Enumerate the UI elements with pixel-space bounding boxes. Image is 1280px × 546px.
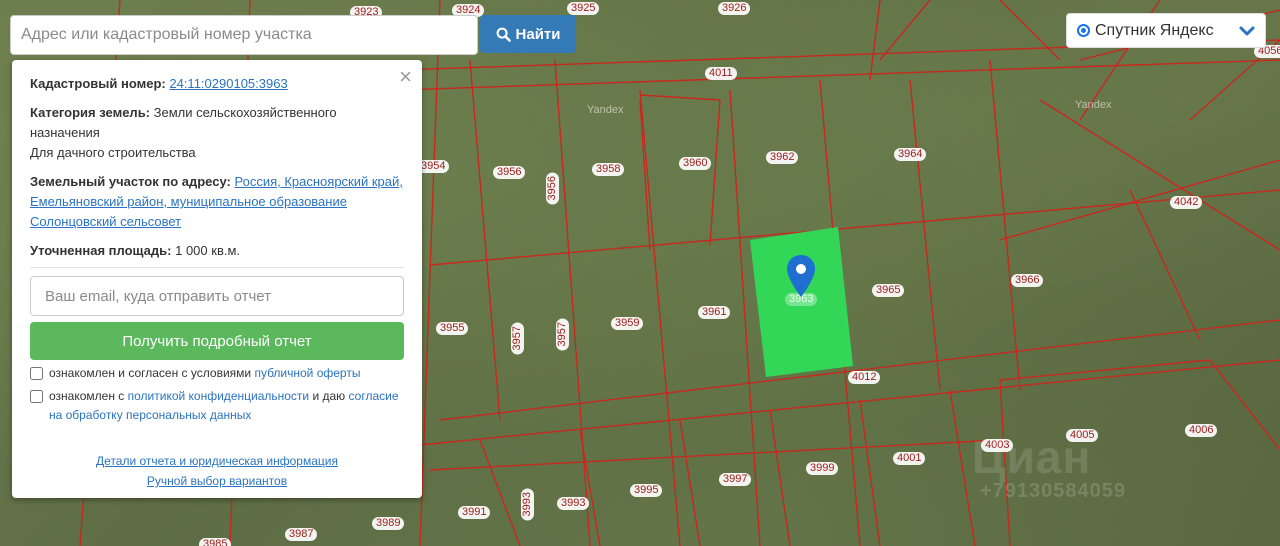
plot-number-label: 4006 (1185, 424, 1218, 437)
map-layer-select[interactable]: Спутник Яндекс (1066, 13, 1266, 48)
plot-number-label: 3966 (1011, 274, 1044, 287)
plot-number-label: 4012 (848, 371, 881, 384)
get-report-button[interactable]: Получить подробный отчет (30, 322, 404, 360)
search-input[interactable] (10, 15, 478, 55)
land-category-row: Категория земель: Земли сельскохозяйстве… (30, 103, 404, 163)
watermark: Циан (972, 431, 1092, 483)
plot-number-label: 3985 (199, 538, 232, 546)
plot-number-label: 3959 (611, 317, 644, 330)
layer-radio[interactable] (1077, 24, 1090, 37)
plot-number-label: 4001 (893, 452, 926, 465)
plot-number-label: 4042 (1170, 196, 1203, 209)
plot-number-label: 3987 (285, 528, 318, 541)
offer-consent-text: ознакомлен и согласен с условиями публич… (49, 364, 360, 383)
area-label: Уточненная площадь: (30, 243, 172, 258)
plot-number-label: 3964 (894, 148, 927, 161)
plot-number-label: 3925 (567, 2, 600, 15)
privacy-consent-row[interactable]: ознакомлен с политикой конфиденциальност… (30, 387, 404, 425)
map-pin-icon[interactable] (786, 254, 816, 298)
plot-number-label: 3957 (511, 322, 524, 355)
search-icon (496, 27, 511, 42)
cadastral-number-row: Кадастровый номер: 24:11:0290105:3963 (30, 74, 404, 94)
plot-number-label: 3926 (718, 2, 751, 15)
cadastral-number-link[interactable]: 24:11:0290105:3963 (169, 76, 287, 91)
plot-number-label: 3991 (458, 506, 491, 519)
plot-number-label: 3993 (557, 497, 590, 510)
watermark-phone: +79130584059 (980, 480, 1127, 502)
plot-number-label: 3989 (372, 517, 405, 530)
layer-select-value: Спутник Яндекс (1095, 21, 1214, 39)
public-offer-link[interactable]: публичной оферты (254, 366, 360, 380)
yandex-mark: Yandex (587, 104, 624, 116)
address-row: Земельный участок по адресу: Россия, Кра… (30, 172, 404, 232)
panel-footer-links: Детали отчета и юридическая информация Р… (12, 451, 422, 491)
offer-consent-checkbox[interactable] (30, 367, 43, 380)
plot-number-label: 3997 (719, 473, 752, 486)
address-label: Земельный участок по адресу: (30, 174, 231, 189)
report-details-link[interactable]: Детали отчета и юридическая информация (96, 454, 338, 468)
plot-number-label: 3962 (766, 151, 799, 164)
plot-number-label: 3955 (436, 322, 469, 335)
plot-number-label: 4011 (705, 67, 737, 80)
search-button-label: Найти (515, 25, 561, 43)
email-field[interactable] (30, 276, 404, 316)
privacy-consent-prefix: ознакомлен с (49, 389, 125, 403)
search-button[interactable]: Найти (480, 15, 576, 53)
plot-number-label: 3965 (872, 284, 905, 297)
area-row: Уточненная площадь: 1 000 кв.м. (30, 241, 404, 261)
privacy-consent-checkbox[interactable] (30, 390, 43, 403)
offer-consent-prefix: ознакомлен и согласен с условиями (49, 366, 252, 380)
plot-info-panel: × Кадастровый номер: 24:11:0290105:3963 … (12, 60, 422, 498)
privacy-consent-text: ознакомлен с политикой конфиденциальност… (49, 387, 404, 425)
land-use-value: Для дачного строительства (30, 145, 196, 160)
chevron-down-icon (1239, 26, 1255, 35)
close-icon[interactable]: × (399, 66, 412, 88)
plot-number-label: 3961 (698, 306, 731, 319)
plot-number-label: 3958 (592, 163, 625, 176)
divider (30, 267, 404, 268)
land-category-label: Категория земель: (30, 105, 151, 120)
plot-number-label: 3960 (679, 157, 712, 170)
yandex-mark: Yandex (1075, 99, 1112, 111)
privacy-policy-link[interactable]: политикой конфиденциальности (128, 389, 309, 403)
plot-number-label: 3957 (556, 318, 569, 351)
plot-number-label: 3999 (806, 462, 839, 475)
plot-number-label: 3956 (546, 172, 559, 205)
cadastral-number-label: Кадастровый номер: (30, 76, 166, 91)
plot-number-label: 3956 (493, 166, 526, 179)
manual-selection-link[interactable]: Ручной выбор вариантов (147, 474, 287, 488)
plot-number-label: 3995 (630, 484, 663, 497)
plot-number-label: 3993 (521, 488, 534, 521)
privacy-consent-middle: и даю (312, 389, 346, 403)
area-value: 1 000 кв.м. (175, 243, 241, 258)
offer-consent-row[interactable]: ознакомлен и согласен с условиями публич… (30, 364, 404, 383)
